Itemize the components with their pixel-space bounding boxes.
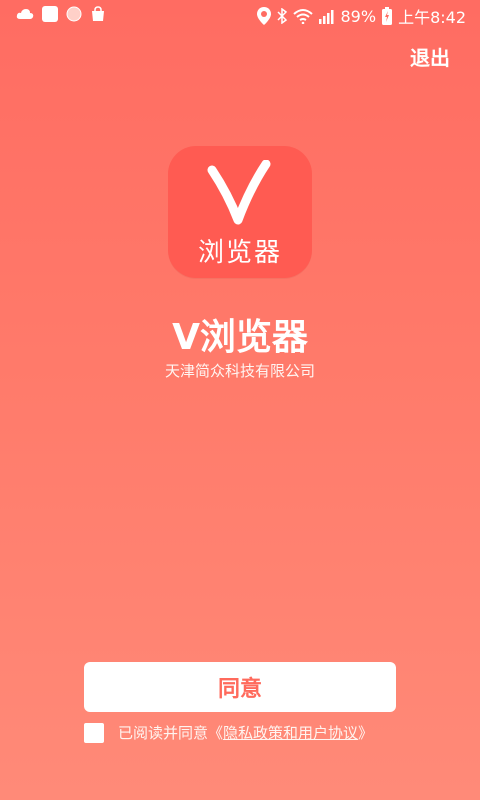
wifi-icon: [292, 8, 313, 24]
clock: 上午8:42: [398, 8, 466, 27]
agreement-row: 已阅读并同意 《 隐私政策和用户协议 》: [84, 722, 373, 743]
location-icon: [256, 7, 271, 25]
app-logo-text: 浏览器: [197, 238, 282, 268]
company-name: 天津简众科技有限公司: [164, 362, 315, 380]
cloud-icon: [16, 7, 34, 21]
agree-button[interactable]: 同意: [84, 662, 396, 712]
shopping-bag-icon: [90, 6, 106, 22]
battery-percent: 89%: [340, 6, 377, 26]
status-left-icons: [16, 6, 106, 22]
agreement-close-quote: 》: [358, 724, 374, 742]
v-logo-icon: [206, 159, 274, 232]
agreement-open-quote: 《: [208, 724, 224, 742]
agreement-checkbox[interactable]: [84, 722, 104, 743]
status-bar: 89% 上午8:42: [0, 0, 480, 30]
status-right-icons: 89% 上午8:42: [256, 4, 466, 28]
exit-button[interactable]: 退出: [410, 42, 450, 71]
app-logo: 浏览器: [168, 146, 312, 278]
circle-icon: [66, 6, 82, 22]
battery-icon: [382, 7, 393, 25]
agreement-prefix: 已阅读并同意: [118, 724, 209, 742]
app-name: V浏览器: [172, 317, 308, 358]
signal-icon: [318, 8, 335, 24]
notification-square-icon: [42, 6, 58, 22]
bluetooth-icon: [276, 8, 287, 24]
privacy-policy-link[interactable]: 隐私政策和用户协议: [223, 722, 358, 743]
